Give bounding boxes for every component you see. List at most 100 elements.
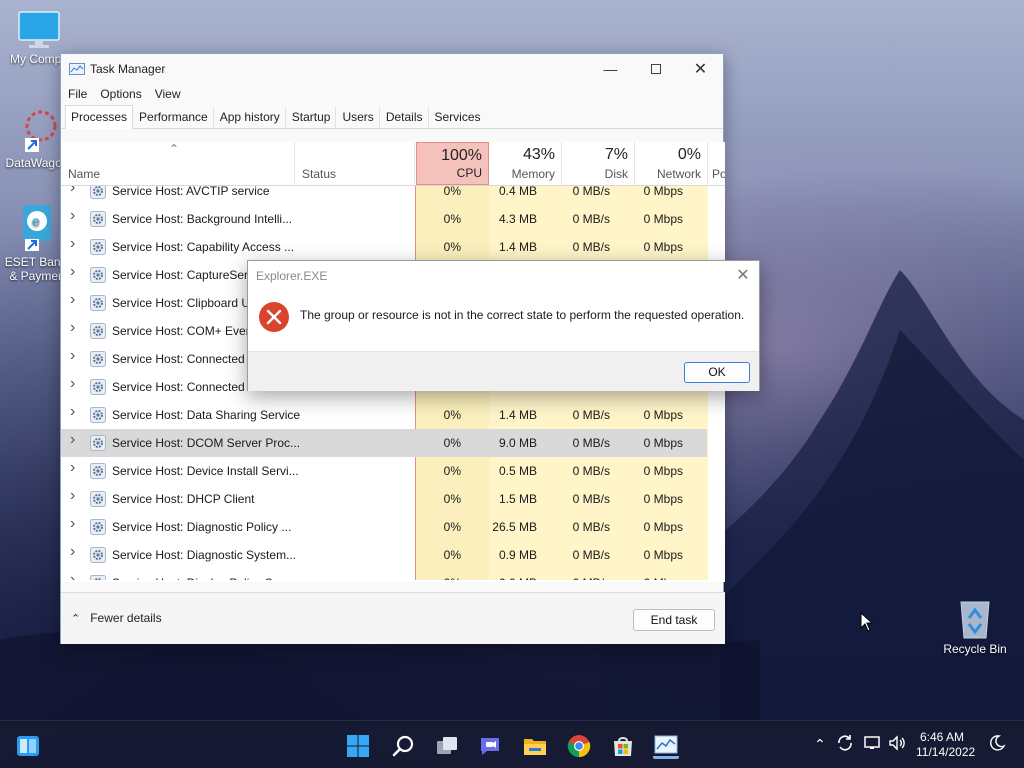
tab-app-history[interactable]: App history [214, 106, 286, 128]
table-row[interactable]: › Service Host: Device Install Servi... 0%… [61, 457, 707, 485]
process-name: Service Host: Capability Access ... [112, 240, 295, 254]
column-header-network[interactable]: 0% Network [635, 142, 708, 185]
tab-performance[interactable]: Performance [133, 106, 214, 128]
dialog-close-button[interactable]: ✕ [733, 265, 753, 285]
task-manager-taskbar-button[interactable] [653, 733, 679, 759]
memory-percent: 43% [522, 146, 555, 163]
teams-chat-icon [481, 738, 499, 755]
process-name: Service Host: Clipboard Us [112, 296, 257, 310]
gear-icon [90, 407, 106, 423]
process-cpu: 0% [443, 436, 461, 450]
tab-users[interactable]: Users [336, 106, 380, 128]
search-button[interactable] [390, 733, 416, 759]
store-button[interactable] [610, 733, 636, 759]
process-network: 0 Mbps [643, 548, 683, 562]
expand-chevron-icon[interactable]: › [70, 375, 75, 393]
dialog-message: The group or resource is not in the corr… [300, 308, 745, 322]
table-row[interactable]: › Service Host: Data Sharing Service 0% 1.4… [61, 401, 707, 429]
process-network: 0 Mbps [643, 212, 683, 226]
table-row[interactable]: › Service Host: DCOM Server Proc... 0% 9.0 … [61, 429, 707, 457]
moon-icon [990, 735, 1006, 751]
task-view-button[interactable] [434, 733, 460, 759]
minimize-button[interactable]: — [588, 54, 633, 83]
process-memory: 0.0 MB [499, 576, 537, 580]
expand-chevron-icon[interactable]: › [70, 207, 75, 225]
process-disk: 0 MB/s [572, 464, 610, 478]
expand-chevron-icon[interactable]: › [70, 347, 75, 365]
ok-button[interactable]: OK [684, 362, 750, 383]
column-header-name[interactable]: ⌃ Name [61, 142, 295, 185]
chat-button[interactable] [477, 733, 503, 759]
sync-status-button[interactable] [836, 734, 854, 755]
process-disk: 0 MB/s [572, 212, 610, 226]
start-button[interactable] [345, 733, 371, 759]
expand-chevron-icon[interactable]: › [70, 431, 75, 449]
process-network: 0 Mbps [643, 436, 683, 450]
tab-startup[interactable]: Startup [286, 106, 337, 128]
column-header-cpu[interactable]: 100% CPU [416, 142, 489, 185]
process-disk: 0 MB/s [573, 576, 610, 580]
process-name: Service Host: Display Policy S... [112, 576, 283, 580]
column-header-memory[interactable]: 43% Memory [489, 142, 562, 185]
gear-icon [90, 491, 106, 507]
chrome-button[interactable] [566, 733, 592, 759]
tab-details[interactable]: Details [380, 106, 429, 128]
file-explorer-button[interactable] [522, 733, 548, 759]
show-hidden-icons-button[interactable]: ⌃ [814, 736, 826, 753]
desktop-icon-recycle-bin[interactable]: Recycle Bin [940, 596, 1010, 656]
title-bar[interactable]: Task Manager — ✕ [61, 54, 723, 83]
volume-button[interactable] [888, 734, 906, 755]
table-row[interactable]: › Service Host: AVCTIP service 0% 0.4 MB 0 M… [61, 186, 707, 205]
expand-chevron-icon[interactable]: › [70, 186, 75, 197]
expand-chevron-icon[interactable]: › [70, 515, 75, 533]
expand-chevron-icon[interactable]: › [70, 291, 75, 309]
expand-chevron-icon[interactable]: › [70, 571, 75, 580]
table-header: ⌃ Name Status 100% CPU 43% Memory 7% Dis… [61, 142, 725, 186]
expand-chevron-icon[interactable]: › [70, 459, 75, 477]
gear-icon [90, 575, 106, 580]
column-header-status[interactable]: Status [295, 142, 415, 185]
dialog-title: Explorer.EXE [256, 269, 328, 283]
eset-icon: e [23, 205, 51, 251]
column-header-power[interactable]: Po [708, 142, 725, 185]
datawagon-icon [25, 110, 57, 152]
expand-chevron-icon[interactable]: › [70, 263, 75, 281]
fewer-details-label: Fewer details [90, 611, 162, 625]
menu-file[interactable]: File [68, 87, 87, 101]
table-row[interactable]: › Service Host: Diagnostic System... 0% 0.9… [61, 541, 707, 569]
widgets-button[interactable] [15, 733, 41, 759]
error-dialog[interactable]: Explorer.EXE ✕ The group or resource is … [247, 260, 760, 391]
focus-assist-button[interactable] [988, 734, 1006, 755]
close-button[interactable]: ✕ [678, 54, 723, 83]
table-row[interactable]: › Service Host: DHCP Client 0% 1.5 MB 0 MB/s… [61, 485, 707, 513]
table-row[interactable]: › Service Host: Background Intelli... 0% 4.… [61, 205, 707, 233]
menu-view[interactable]: View [155, 87, 181, 101]
file-explorer-icon [524, 739, 546, 755]
table-row[interactable]: › Service Host: Diagnostic Policy ... 0% 26… [61, 513, 707, 541]
expand-chevron-icon[interactable]: › [70, 319, 75, 337]
process-name: Service Host: Diagnostic Policy ... [112, 520, 292, 534]
gear-icon [90, 463, 106, 479]
table-row[interactable]: › Service Host: Display Policy S... 0% 0.0 … [61, 569, 707, 580]
tab-services[interactable]: Services [429, 106, 487, 128]
table-row[interactable]: › Service Host: Capability Access ... 0% 1.… [61, 233, 707, 261]
menu-options[interactable]: Options [100, 87, 141, 101]
minimize-icon: — [603, 60, 618, 77]
tab-processes[interactable]: Processes [65, 105, 134, 129]
end-task-button[interactable]: End task [633, 609, 715, 631]
column-header-disk[interactable]: 7% Disk [562, 142, 635, 185]
expand-chevron-icon[interactable]: › [70, 543, 75, 561]
process-memory: 26.5 MB [492, 520, 537, 534]
expand-chevron-icon[interactable]: › [70, 403, 75, 421]
fewer-details-button[interactable]: ⌃ Fewer details [71, 611, 162, 625]
column-label: CPU [456, 166, 482, 180]
network-button[interactable] [863, 734, 881, 755]
maximize-button[interactable] [633, 54, 678, 83]
process-name: Service Host: Device Install Servi... [112, 464, 299, 478]
expand-chevron-icon[interactable]: › [70, 487, 75, 505]
clock[interactable]: 6:46 AM 11/14/2022 [916, 730, 975, 760]
chrome-icon [567, 735, 591, 758]
expand-chevron-icon[interactable]: › [70, 235, 75, 253]
gear-icon [90, 379, 106, 395]
process-cpu: 0% [443, 464, 461, 478]
